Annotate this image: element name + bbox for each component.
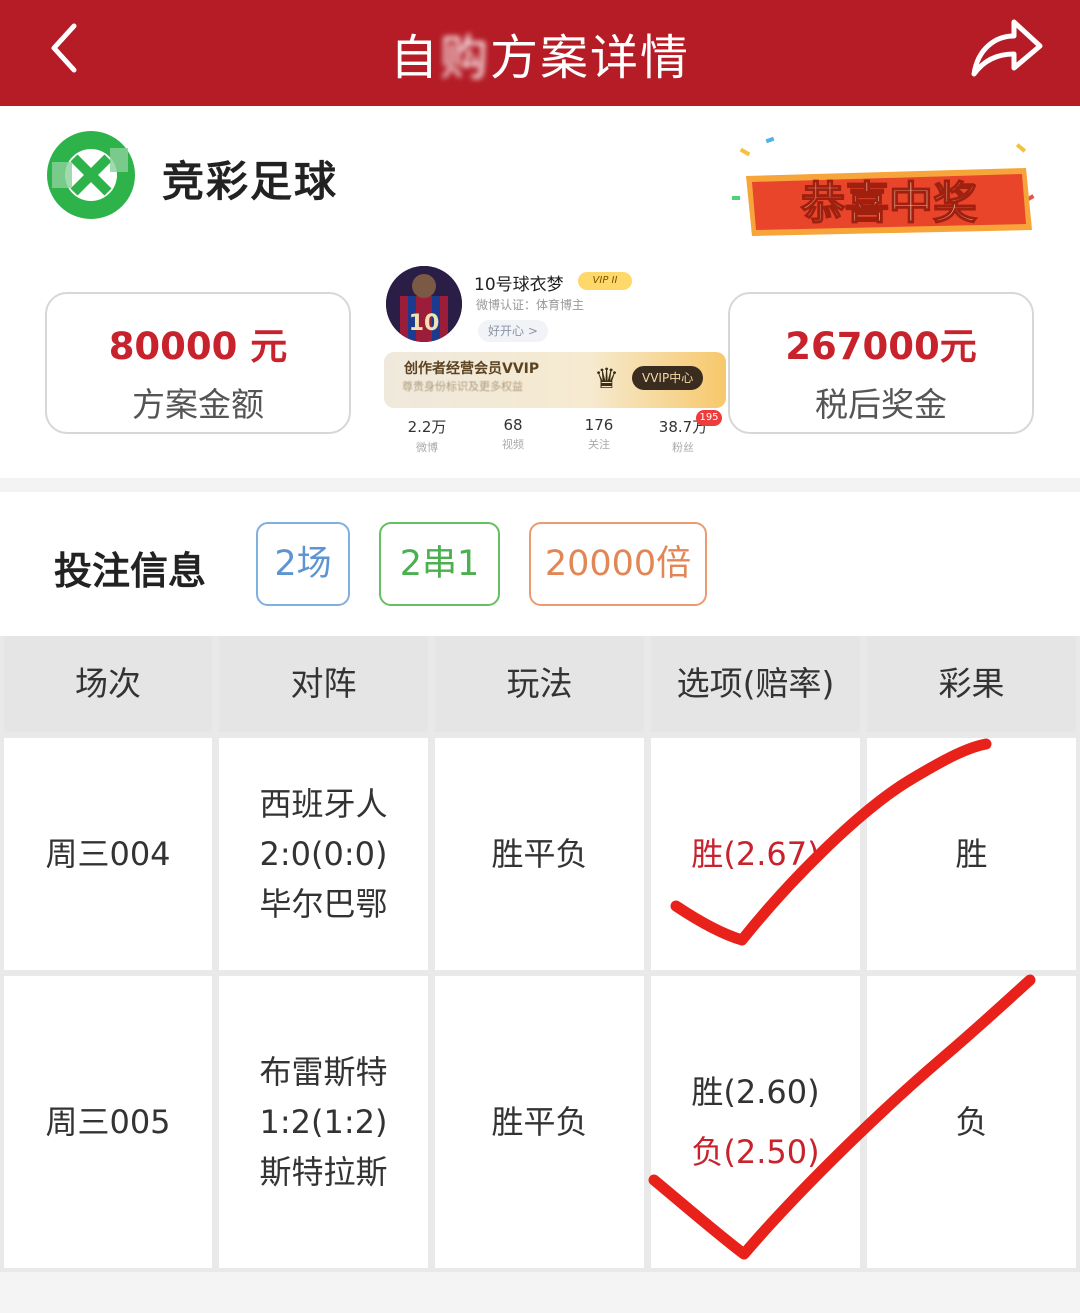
away-team: 毕尔巴鄂 [259,885,388,923]
bet-info-title: 投注信息 [54,549,207,593]
vvip-title: 创作者经营会员VVIP [404,361,540,377]
avatar[interactable]: 10 [386,266,462,342]
away-team: 斯特拉斯 [259,1153,388,1191]
header-options-odds: 选项(赔率) [651,636,860,732]
table-row-2-options: 胜(2.60) 负(2.50) [651,976,860,1268]
table-row-1-play-type: 胜平负 [435,738,644,970]
vvip-banner[interactable]: 创作者经营会员VVIP 尊贵身份标识及更多权益 ♛ VVIP中心 [384,352,726,408]
page-title: 自购方案详情 [389,30,691,86]
notification-badge: 195 [696,410,722,426]
vvip-subtitle: 尊贵身份标识及更多权益 [402,380,523,393]
prize-amount-value: 267000元 [785,325,977,368]
table-row-1-matchup: 西班牙人 2:0(0:0) 毕尔巴鄂 [219,738,428,970]
bottom-divider [0,1272,1080,1313]
vvip-center-button[interactable]: VVIP中心 [632,366,704,390]
stat-videos[interactable]: 68 视频 [470,416,556,452]
creator-profile-card: 10 10号球衣梦 VIP II 微博认证：体育博主 好开心 > 创作者经营会员… [384,262,728,458]
header-match-no: 场次 [4,636,212,732]
stat-weibo[interactable]: 2.2万 微博 [384,416,470,455]
banner-text: 恭喜中奖 [800,178,977,229]
section-divider [0,478,1080,492]
football-lottery-logo-icon [47,131,135,219]
brand-name: 竞彩足球 [162,157,339,206]
parlay-type-tag: 2串1 [379,522,500,606]
share-icon[interactable] [968,14,1044,80]
table-row-2-match-no: 周三005 [4,976,212,1268]
header-matchup: 对阵 [219,636,428,732]
multiplier-tag: 20000倍 [529,522,707,606]
plan-amount-value: 80000 元 [108,325,288,368]
vip-badge: VIP II [578,272,632,290]
score: 2:0(0:0) [259,835,388,873]
verification-text: 微博认证：体育博主 [476,298,585,312]
back-arrow-icon[interactable] [38,18,98,78]
table-row-1-result: 胜 [867,738,1076,970]
table-row-2-matchup: 布雷斯特 1:2(1:2) 斯特拉斯 [219,976,428,1268]
home-team: 布雷斯特 [259,1053,388,1091]
table-row-1-options: 胜(2.67) [651,738,860,970]
creator-name[interactable]: 10号球衣梦 [474,270,564,295]
mood-tag[interactable]: 好开心 > [478,320,548,342]
option-hit: 负(2.50) [691,1133,820,1171]
jersey-icon: 10 [386,266,462,342]
option: 胜(2.60) [691,1073,820,1111]
table-row-1-match-no: 周三004 [4,738,212,970]
winning-banner: 恭喜中奖 [732,136,1035,236]
stat-following[interactable]: 176 关注 [556,416,642,452]
crown-icon: ♛ [594,362,620,395]
top-bar: 自购方案详情 [0,0,1080,106]
matches-count-tag: 2场 [256,522,350,606]
svg-text:10: 10 [409,311,440,336]
prize-amount-label: 税后奖金 [815,385,947,424]
table-row-2-result: 负 [867,976,1076,1268]
profile-stats: 2.2万 微博 68 视频 176 关注 38.7万 粉丝 195 [384,410,726,456]
home-team: 西班牙人 [259,785,388,823]
header-play-type: 玩法 [435,636,644,732]
option-hit: 胜(2.67) [691,835,820,873]
prize-amount-card: 267000元 税后奖金 [728,292,1034,434]
plan-amount-label: 方案金额 [132,385,264,424]
table-row-2-play-type: 胜平负 [435,976,644,1268]
score: 1:2(1:2) [259,1103,388,1141]
header-result: 彩果 [867,636,1076,732]
plan-amount-card: 80000 元 方案金额 [45,292,351,434]
